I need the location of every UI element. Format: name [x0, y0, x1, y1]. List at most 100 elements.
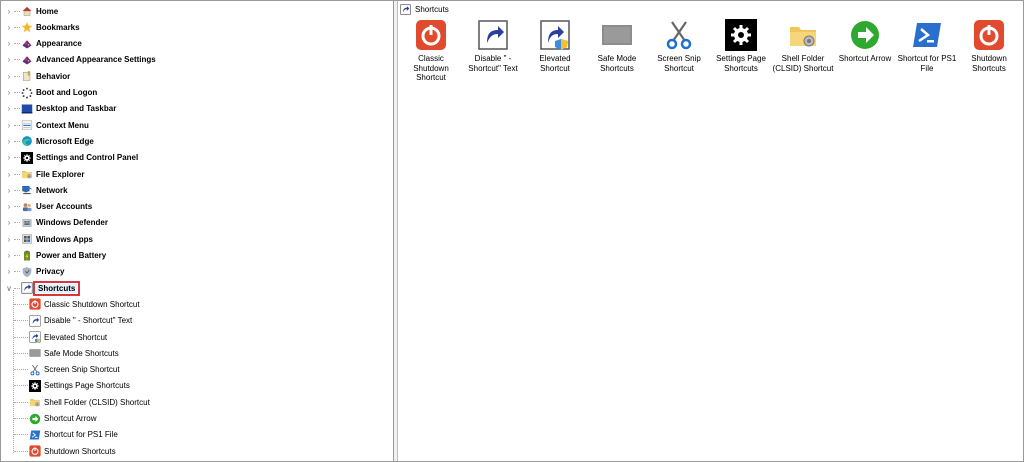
tile-shutdown-shortcuts[interactable]: Shutdown Shortcuts: [958, 19, 1020, 73]
tree-connector: [14, 450, 28, 452]
tree-item-appearance[interactable]: › Appearance: [5, 36, 82, 52]
tile-caption: Safe Mode Shortcuts: [597, 54, 637, 73]
tree-subitem-elevated-shortcut[interactable]: Elevated Shortcut: [14, 329, 107, 345]
tree-item-user-accounts[interactable]: › User Accounts: [5, 199, 93, 215]
tree-item-bookmarks[interactable]: › Bookmarks: [5, 19, 80, 35]
star-icon: [21, 21, 33, 33]
tile-caption: Settings Page Shortcuts: [716, 54, 766, 73]
safe-mode-icon: [29, 347, 41, 359]
tree-subitem-shortcut-arrow[interactable]: Shortcut Arrow: [14, 411, 96, 427]
toolbox-icon: [21, 70, 33, 82]
tree-subitem-settings-page-shortcuts[interactable]: Settings Page Shortcuts: [14, 378, 130, 394]
tree-subitem-shutdown-shortcuts[interactable]: Shutdown Shortcuts: [14, 443, 116, 459]
tree-item-label: Windows Apps: [36, 234, 93, 244]
tree-connector: [14, 43, 20, 45]
palette-icon: [21, 54, 33, 66]
tree-item-behavior[interactable]: › Behavior: [5, 68, 70, 84]
category-tree[interactable]: › Home › Bookmarks › Appearance › Advanced Appe…: [1, 1, 394, 461]
tree-connector: [14, 108, 20, 110]
privacy-icon: [21, 266, 33, 278]
chevron-down-icon[interactable]: ∨: [5, 284, 13, 293]
tile-elevated-shortcut[interactable]: Elevated Shortcut: [524, 19, 586, 73]
chevron-right-icon[interactable]: ›: [5, 170, 13, 179]
tile-shell-folder-clsid-shortcut[interactable]: Shell Folder (CLSID) Shortcut: [772, 19, 834, 73]
chevron-right-icon[interactable]: ›: [5, 186, 13, 195]
tree-subitem-shortcut-for-ps1-file[interactable]: Shortcut for PS1 File: [14, 427, 118, 443]
tree-connector: [14, 206, 20, 208]
chevron-right-icon[interactable]: ›: [5, 202, 13, 211]
tree-connector: [14, 75, 20, 77]
tree-item-shortcuts[interactable]: ∨ Shortcuts: [5, 280, 81, 296]
palette-icon: [21, 38, 33, 50]
scissors-icon: [663, 19, 695, 51]
tree-connector: [14, 173, 20, 175]
tile-settings-page-shortcuts[interactable]: Settings Page Shortcuts: [710, 19, 772, 73]
folder-icon: [787, 19, 819, 51]
powershell-icon: [29, 429, 41, 441]
tree-subitem-label: Disable " - Shortcut" Text: [44, 316, 133, 326]
tree-item-context-menu[interactable]: › Context Menu: [5, 117, 89, 133]
chevron-right-icon[interactable]: ›: [5, 39, 13, 48]
tile-classic-shutdown-shortcut[interactable]: Classic Shutdown Shortcut: [400, 19, 462, 83]
chevron-right-icon[interactable]: ›: [5, 55, 13, 64]
tree-subitem-safe-mode-shortcuts[interactable]: Safe Mode Shortcuts: [14, 345, 119, 361]
tile-shortcut-arrow[interactable]: Shortcut Arrow: [834, 19, 896, 64]
tree-item-label: Power and Battery: [36, 251, 107, 260]
tree-connector: [14, 92, 20, 93]
chevron-right-icon[interactable]: ›: [5, 23, 13, 32]
power-icon: [973, 19, 1005, 51]
tree-item-file-explorer[interactable]: › File Explorer: [5, 166, 85, 182]
tree-item-boot-and-logon[interactable]: › Boot and Logon: [5, 85, 97, 101]
tile-screen-snip-shortcut[interactable]: Screen Snip Shortcut: [648, 19, 710, 73]
breadcrumb-label: Shortcuts: [415, 5, 449, 14]
chevron-right-icon[interactable]: ›: [5, 251, 13, 260]
tile-caption: Disable " - Shortcut" Text: [468, 54, 518, 73]
tree-item-power-and-battery[interactable]: › Power and Battery: [5, 248, 106, 264]
tile-caption: Elevated Shortcut: [539, 54, 571, 73]
tile-disable-shortcut-text[interactable]: Disable " - Shortcut" Text: [462, 19, 524, 73]
tree-subitem-classic-shutdown-shortcut[interactable]: Classic Shutdown Shortcut: [14, 296, 140, 312]
tree-item-privacy[interactable]: › Privacy: [5, 264, 64, 280]
chevron-right-icon[interactable]: ›: [5, 137, 13, 146]
tree-item-microsoft-edge[interactable]: › Microsoft Edge: [5, 133, 94, 149]
tree-subitem-screen-snip-shortcut[interactable]: Screen Snip Shortcut: [14, 362, 120, 378]
tree-connector: [14, 271, 20, 273]
tree-item-desktop-and-taskbar[interactable]: › Desktop and Taskbar: [5, 101, 116, 117]
tree-connector: [14, 238, 20, 240]
tile-caption: Screen Snip Shortcut: [657, 54, 701, 73]
shield-shortcut-icon: [539, 19, 571, 51]
tree-item-windows-defender[interactable]: › Windows Defender: [5, 215, 108, 231]
tree-subitem-label: Shortcut for PS1 File: [44, 430, 118, 440]
chevron-right-icon[interactable]: ›: [5, 153, 13, 162]
tree-subitem-shell-folder-clsid-shortcut[interactable]: Shell Folder (CLSID) Shortcut: [14, 394, 150, 410]
tree-item-windows-apps[interactable]: › Windows Apps: [5, 231, 93, 247]
tree-item-label: Advanced Appearance Settings: [36, 55, 156, 65]
scissors-icon: [29, 364, 41, 376]
chevron-right-icon[interactable]: ›: [5, 88, 13, 97]
gear-icon: [29, 379, 41, 392]
chevron-right-icon[interactable]: ›: [5, 267, 13, 276]
gear-icon: [21, 151, 33, 164]
spinner-icon: [21, 87, 33, 99]
chevron-right-icon[interactable]: ›: [5, 104, 13, 113]
tile-caption: Shortcut Arrow: [838, 54, 892, 63]
tree-item-settings-and-control-panel[interactable]: › Settings and Control Panel: [5, 150, 138, 166]
chevron-right-icon[interactable]: ›: [5, 121, 13, 130]
tree-item-network[interactable]: › Network: [5, 182, 68, 198]
chevron-right-icon[interactable]: ›: [5, 7, 13, 16]
tile-shortcut-for-ps1-file[interactable]: Shortcut for PS1 File: [896, 19, 958, 73]
chevron-right-icon[interactable]: ›: [5, 235, 13, 244]
chevron-right-icon[interactable]: ›: [5, 218, 13, 227]
tile-safe-mode-shortcuts[interactable]: Safe Mode Shortcuts: [586, 19, 648, 73]
chevron-right-icon[interactable]: ›: [5, 72, 13, 81]
tree-connector: [14, 352, 28, 354]
tree-item-advanced-appearance-settings[interactable]: › Advanced Appearance Settings: [5, 52, 156, 68]
battery-icon: [21, 250, 33, 262]
apps-icon: [21, 233, 33, 245]
tree-subitem-label: Shell Folder (CLSID) Shortcut: [44, 397, 150, 407]
tree-item-home[interactable]: › Home: [5, 3, 58, 19]
tree-subitem-disable-shortcut-text[interactable]: Disable " - Shortcut" Text: [14, 313, 132, 329]
taskbar-icon: [21, 103, 33, 115]
tree-connector: [14, 222, 20, 224]
shortcut-arrow-icon: [477, 19, 509, 51]
